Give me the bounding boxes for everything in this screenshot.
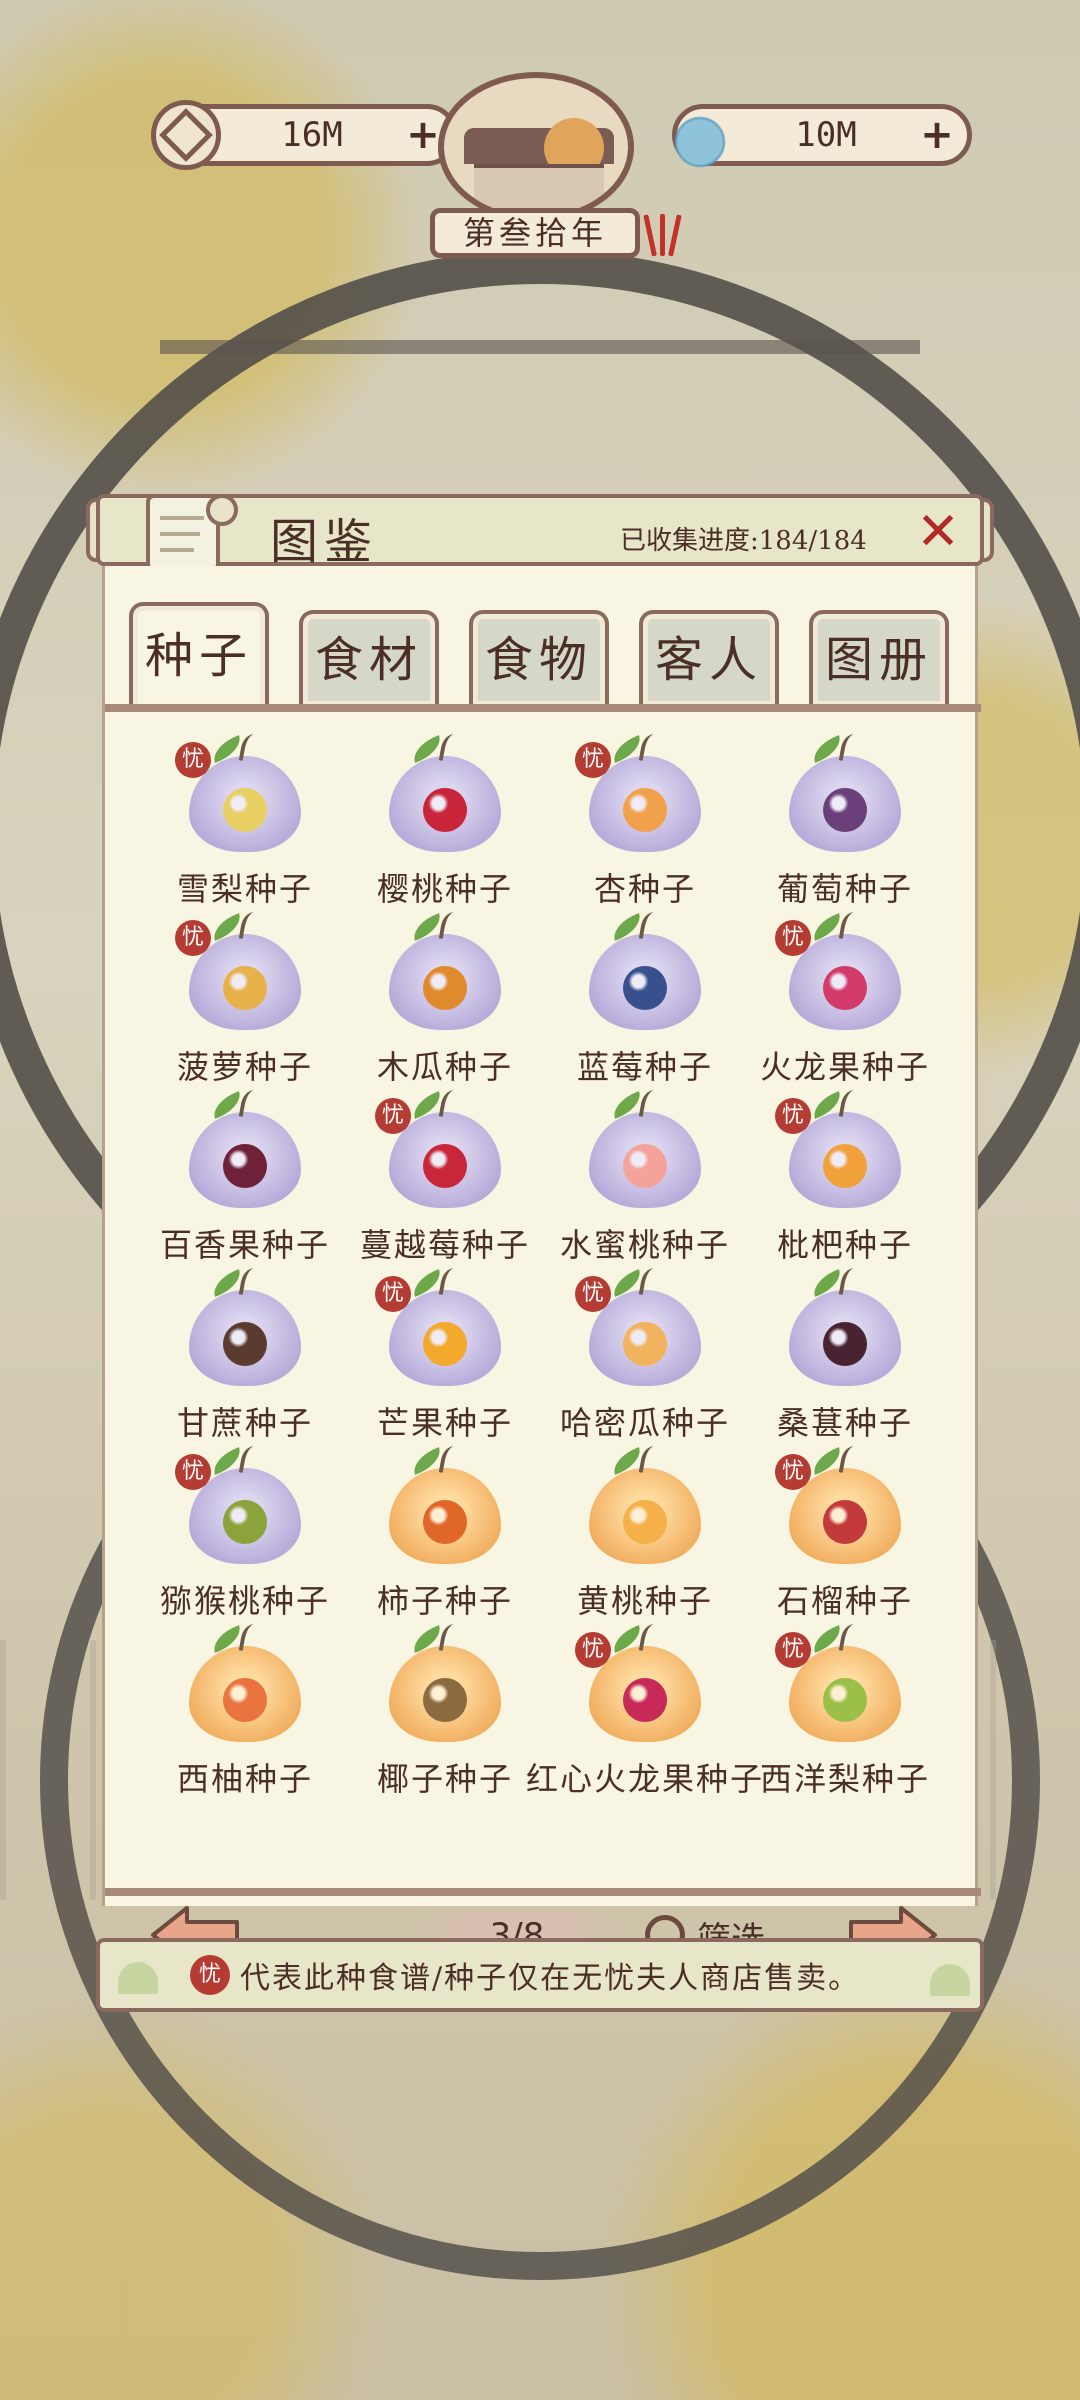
fruit-icon (823, 1144, 867, 1188)
water-value: 10M (795, 115, 857, 155)
exclusive-badge-icon: 忧 (175, 920, 211, 956)
seed-name: 火龙果种子 (759, 1048, 930, 1086)
fruit-icon (623, 1500, 667, 1544)
fruit-icon (823, 966, 867, 1010)
tabs-divider (105, 704, 981, 712)
exclusive-badge-icon: 忧 (775, 920, 811, 956)
fruit-icon (823, 788, 867, 832)
courtyard-emblem[interactable] (438, 72, 634, 222)
exclusive-badge-icon: 忧 (575, 1276, 611, 1312)
seed-item[interactable]: 忧西洋梨种子 (745, 1622, 945, 1804)
add-water-button[interactable]: + (917, 115, 957, 155)
seed-item[interactable]: 忧哈密瓜种子 (545, 1266, 745, 1448)
fruit-icon (823, 1678, 867, 1722)
nav-divider (105, 1888, 981, 1896)
exclusive-badge-icon: 忧 (175, 742, 211, 778)
water-drop-icon (665, 100, 735, 170)
seed-item[interactable]: 西柚种子 (145, 1622, 345, 1804)
panel-header: 图鉴 已收集进度:184/184 ✕ (96, 494, 984, 572)
tab-album[interactable]: 图册 (809, 610, 949, 706)
fruit-icon (823, 1500, 867, 1544)
tab-dishes[interactable]: 食物 (469, 610, 609, 706)
seed-item[interactable]: 忧火龙果种子 (745, 910, 945, 1092)
seed-item[interactable]: 水蜜桃种子 (545, 1088, 745, 1270)
category-tabs: 种子 食材 食物 客人 图册 (129, 602, 969, 712)
fruit-icon (423, 1678, 467, 1722)
seed-item[interactable]: 忧菠萝种子 (145, 910, 345, 1092)
ginkgo-leaf-icon (118, 1962, 158, 1994)
incense-icon (643, 206, 682, 257)
coin-icon (151, 100, 221, 170)
fruit-icon (623, 788, 667, 832)
panel-body: 种子 食材 食物 客人 图册 忧雪梨种子 樱桃种子忧杏种子 葡萄种子忧菠萝种子 木瓜种… (102, 566, 981, 1964)
panel-title: 图鉴 (270, 514, 379, 570)
seed-item[interactable]: 木瓜种子 (345, 910, 545, 1092)
fruit-icon (823, 1322, 867, 1366)
exclusive-badge-icon: 忧 (375, 1276, 411, 1312)
seed-item[interactable]: 柿子种子 (345, 1444, 545, 1626)
coins-counter: 16M + (151, 100, 458, 170)
fruit-icon (623, 1322, 667, 1366)
water-counter: 10M + (665, 100, 972, 170)
seed-item[interactable]: 忧杏种子 (545, 732, 745, 914)
fruit-icon (223, 1678, 267, 1722)
fruit-icon (223, 966, 267, 1010)
seed-item[interactable]: 蓝莓种子 (545, 910, 745, 1092)
tab-ingredients[interactable]: 食材 (299, 610, 439, 706)
seed-item[interactable]: 忧雪梨种子 (145, 732, 345, 914)
exclusive-badge-icon: 忧 (175, 1454, 211, 1490)
tab-guests[interactable]: 客人 (639, 610, 779, 706)
fruit-icon (623, 1144, 667, 1188)
legend-note: 代表此种食谱/种子仅在无忧夫人商店售卖。 (240, 1961, 861, 1996)
fruit-icon (423, 788, 467, 832)
fruit-icon (623, 1678, 667, 1722)
ginkgo-leaf-icon (930, 1964, 970, 1996)
fruit-icon (223, 1144, 267, 1188)
fruit-icon (223, 1500, 267, 1544)
exclusive-badge-icon: 忧 (575, 1632, 611, 1668)
seed-item[interactable]: 椰子种子 (345, 1622, 545, 1804)
close-icon[interactable]: ✕ (912, 506, 964, 558)
seed-name: 桑葚种子 (776, 1404, 913, 1442)
fruit-icon (423, 1144, 467, 1188)
exclusive-badge-icon: 忧 (775, 1098, 811, 1134)
seed-item[interactable]: 忧枇杷种子 (745, 1088, 945, 1270)
seed-name: 石榴种子 (776, 1582, 913, 1620)
fruit-icon (423, 1322, 467, 1366)
seed-name: 葡萄种子 (776, 870, 913, 908)
seed-item[interactable]: 忧芒果种子 (345, 1266, 545, 1448)
seed-item[interactable]: 黄桃种子 (545, 1444, 745, 1626)
seed-item[interactable]: 甘蔗种子 (145, 1266, 345, 1448)
seed-item[interactable]: 樱桃种子 (345, 732, 545, 914)
seed-name: 西洋梨种子 (759, 1760, 930, 1798)
exclusive-badge-icon: 忧 (575, 742, 611, 778)
seed-item[interactable]: 忧蔓越莓种子 (345, 1088, 545, 1270)
legend-footer: 忧 代表此种食谱/种子仅在无忧夫人商店售卖。 (96, 1938, 984, 2012)
exclusive-badge-icon: 忧 (775, 1454, 811, 1490)
exclusive-badge-icon: 忧 (190, 1955, 230, 1995)
seed-item[interactable]: 忧石榴种子 (745, 1444, 945, 1626)
fruit-icon (623, 966, 667, 1010)
seed-item[interactable]: 桑葚种子 (745, 1266, 945, 1448)
seed-item[interactable]: 忧猕猴桃种子 (145, 1444, 345, 1626)
seed-item[interactable]: 葡萄种子 (745, 732, 945, 914)
tab-seeds[interactable]: 种子 (129, 602, 269, 712)
fruit-icon (223, 788, 267, 832)
fruit-icon (423, 1500, 467, 1544)
add-coins-button[interactable]: + (403, 115, 443, 155)
seed-item[interactable]: 百香果种子 (145, 1088, 345, 1270)
exclusive-badge-icon: 忧 (375, 1098, 411, 1134)
year-plate: 第叁拾年 (430, 208, 640, 258)
seed-name: 枇杷种子 (776, 1226, 913, 1264)
exclusive-badge-icon: 忧 (775, 1632, 811, 1668)
coins-value: 16M (281, 115, 343, 155)
fruit-icon (223, 1322, 267, 1366)
fruit-icon (423, 966, 467, 1010)
seed-item[interactable]: 忧红心火龙果种子 (526, 1622, 762, 1804)
collection-progress: 已收集进度:184/184 (620, 526, 867, 556)
collection-panel: 图鉴 已收集进度:184/184 ✕ 种子 食材 食物 客人 图册 忧雪梨种子樱… (86, 494, 994, 2012)
